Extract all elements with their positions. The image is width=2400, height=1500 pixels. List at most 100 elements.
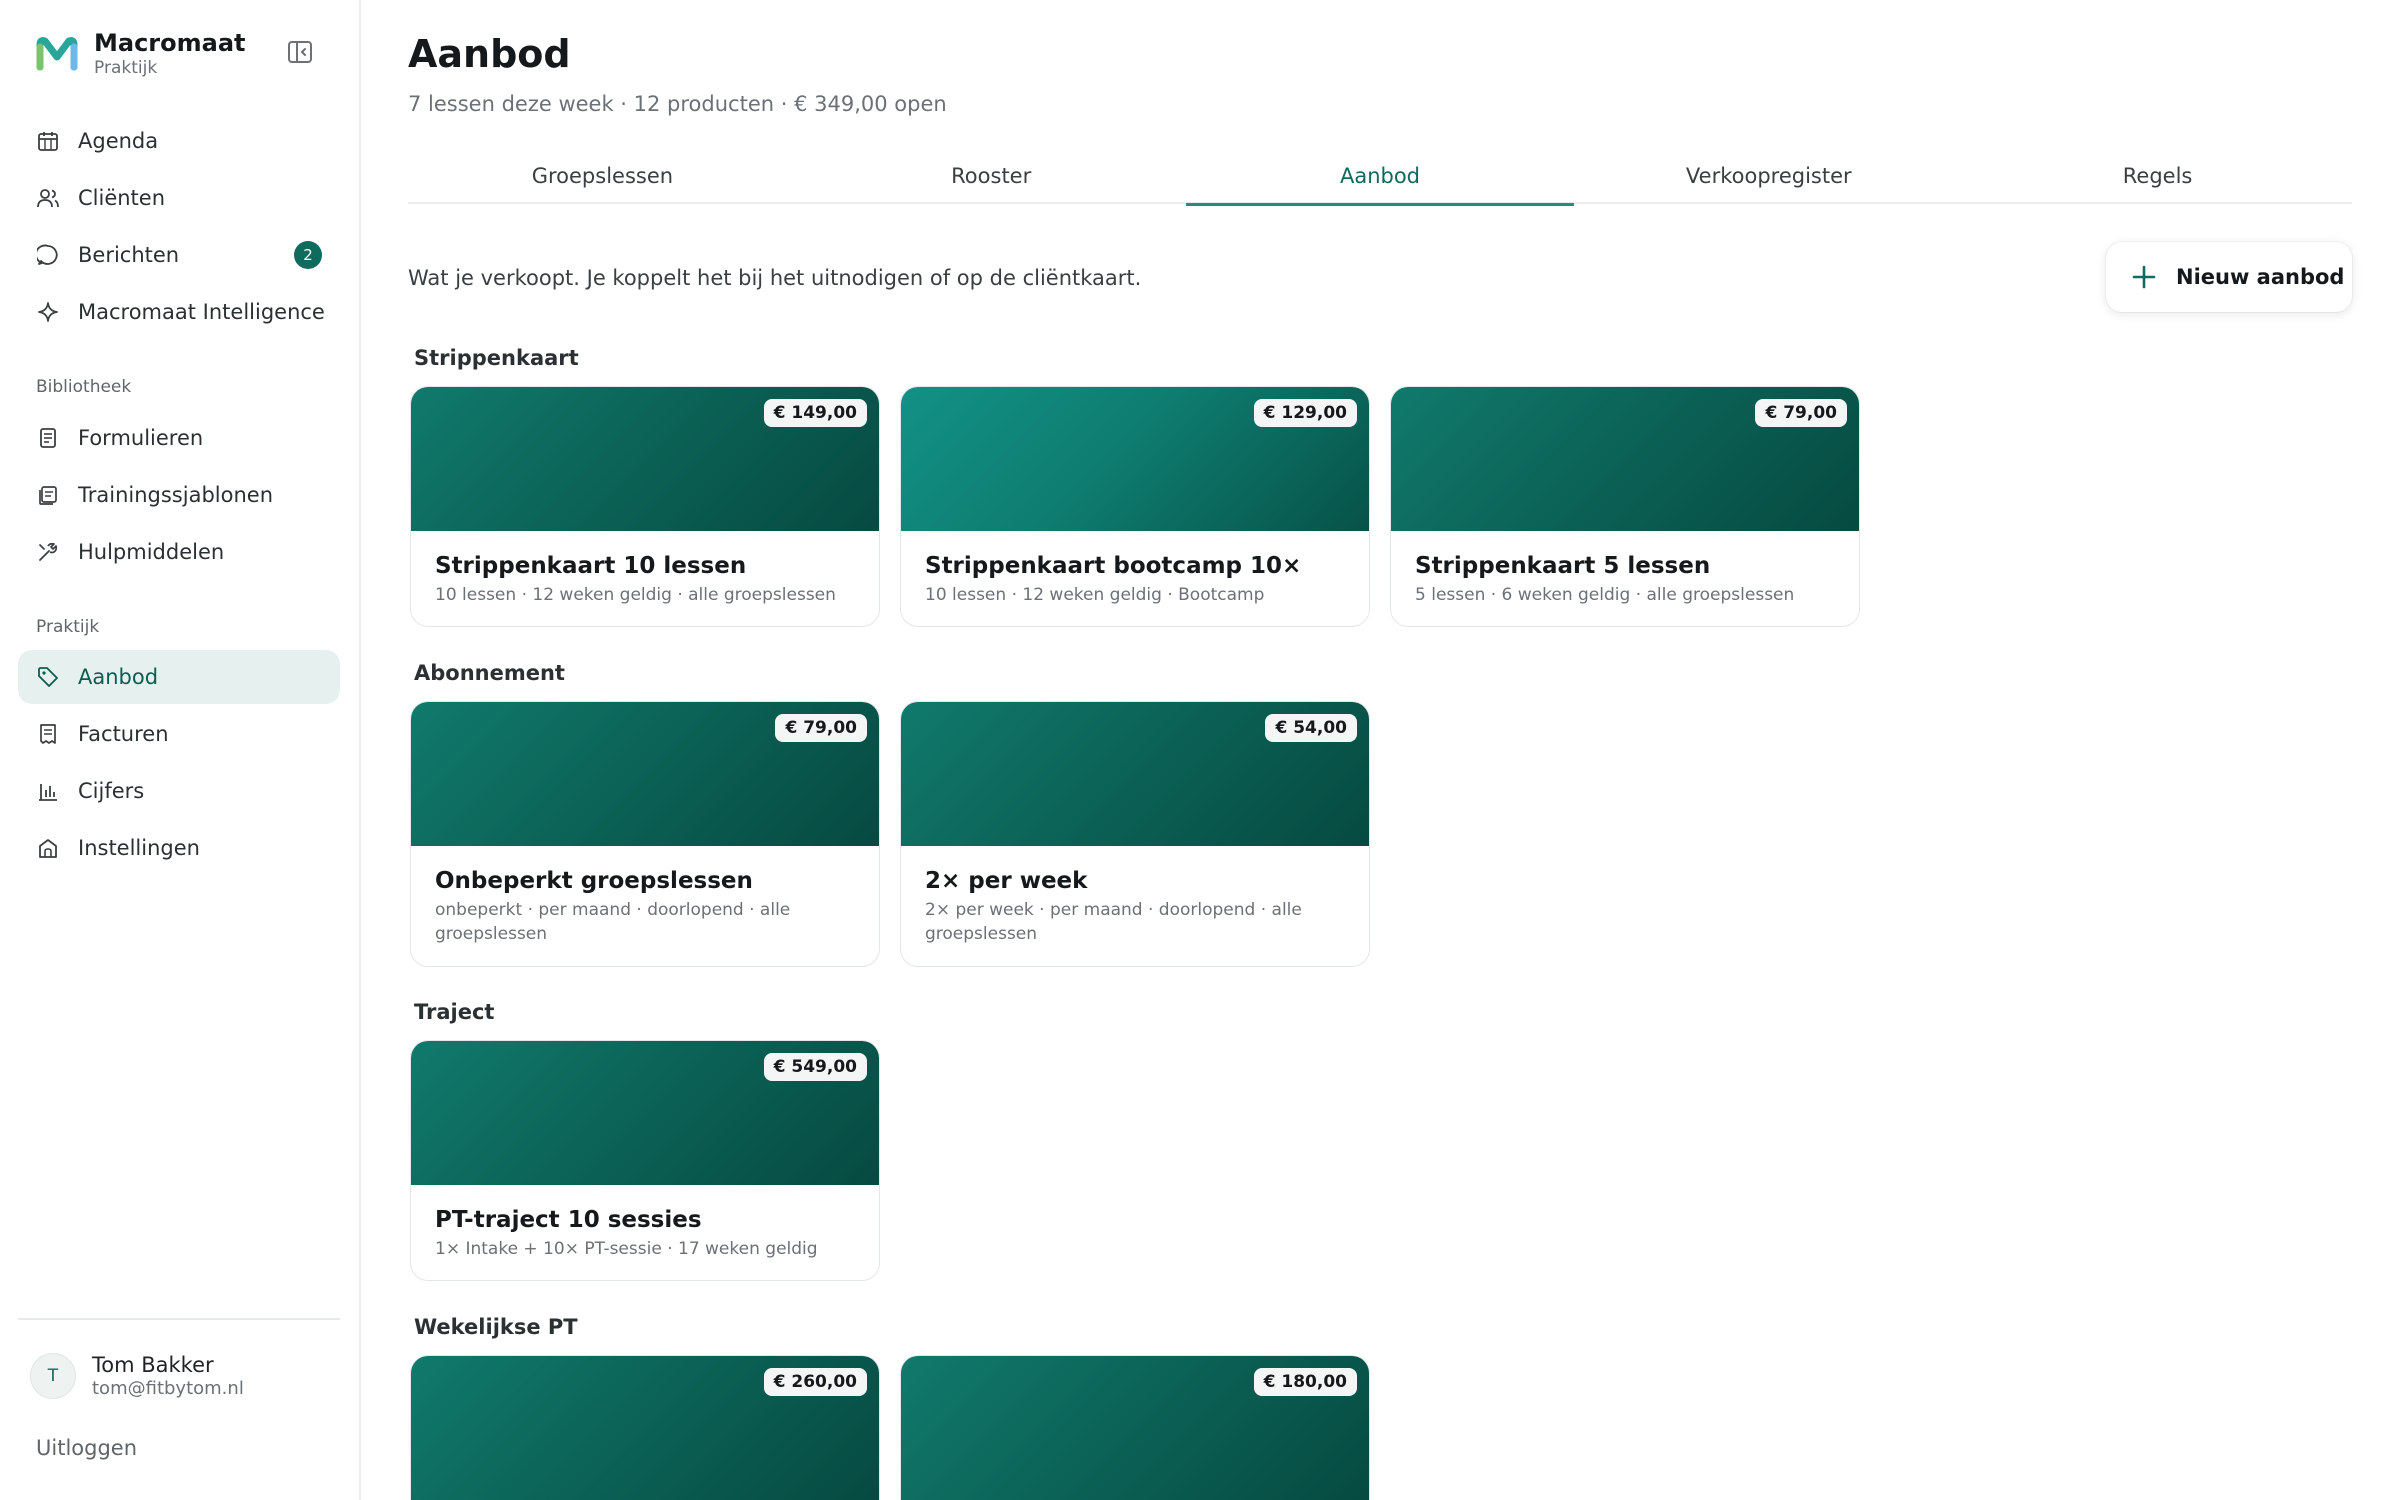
price-badge: € 79,00 xyxy=(775,714,867,742)
tab-bar: Groepslessen Rooster Aanbod Verkoopregis… xyxy=(408,148,2352,206)
offer-card[interactable]: € 260,00 xyxy=(410,1355,880,1500)
card-cover: € 54,00 xyxy=(901,702,1369,846)
group-title-abonnement: Abonnement xyxy=(414,661,565,685)
macromaat-logo-icon xyxy=(36,37,78,71)
card-cover: € 79,00 xyxy=(1391,387,1859,531)
avatar: T xyxy=(30,1353,76,1399)
users-icon xyxy=(36,186,60,210)
tools-icon xyxy=(36,540,60,564)
page-title: Aanbod xyxy=(408,32,571,76)
sidebar-item-instellingen[interactable]: Instellingen xyxy=(18,821,340,875)
sidebar-toggle-icon xyxy=(288,41,312,63)
price-badge: € 149,00 xyxy=(763,399,867,427)
sidebar-item-macromaat-intelligence[interactable]: Macromaat Intelligence xyxy=(18,285,340,339)
sidebar-item-label: Instellingen xyxy=(78,836,200,860)
template-icon xyxy=(36,483,60,507)
sidebar-item-formulieren[interactable]: Formulieren xyxy=(18,411,340,465)
sidebar-item-label: Cliënten xyxy=(78,186,166,210)
sidebar-item-label: Trainingssjablonen xyxy=(78,483,273,507)
section-label-bibliotheek: Bibliotheek xyxy=(36,377,132,397)
card-title: Strippenkaart bootcamp 10× xyxy=(925,553,1302,579)
sidebar-item-label: Facturen xyxy=(78,722,169,746)
sidebar-item-label: Agenda xyxy=(78,129,159,153)
user-email: tom@fitbytom.nl xyxy=(92,1378,244,1399)
sidebar-item-aanbod[interactable]: Aanbod xyxy=(18,650,340,704)
card-description: onbeperkt · per maand · doorlopend · all… xyxy=(435,900,791,944)
card-description: 5 lessen · 6 weken geldig · alle groepsl… xyxy=(1415,585,1795,605)
group-title-wekelijkse-pt: Wekelijkse PT xyxy=(414,1315,578,1339)
sidebar-item-clienten[interactable]: Cliënten xyxy=(18,171,340,225)
offer-card[interactable]: € 54,00 2× per week 2× per week · per maa… xyxy=(900,701,1370,967)
card-title: Strippenkaart 10 lessen xyxy=(435,553,747,579)
brand[interactable]: Macromaat Praktijk xyxy=(36,24,246,84)
card-cover: € 549,00 xyxy=(411,1041,879,1185)
tab-verkoopregister[interactable]: Verkoopregister xyxy=(1574,148,1963,204)
invoice-icon xyxy=(36,722,60,746)
sidebar-item-hulpmiddelen[interactable]: Hulpmiddelen xyxy=(18,525,340,579)
card-cover: € 149,00 xyxy=(411,387,879,531)
card-cover: € 79,00 xyxy=(411,702,879,846)
tab-regels[interactable]: Regels xyxy=(1963,148,2352,204)
sidebar-item-label: Berichten xyxy=(78,243,180,267)
bar-chart-icon xyxy=(36,779,60,803)
sidebar-item-label: Cijfers xyxy=(78,779,145,803)
card-description: 10 lessen · 12 weken geldig · alle groep… xyxy=(435,585,836,605)
offer-card[interactable]: € 549,00 PT-traject 10 sessies 1× Intake … xyxy=(410,1040,880,1281)
sidebar-item-label: Formulieren xyxy=(78,426,204,450)
sidebar-item-label: Macromaat Intelligence xyxy=(78,300,325,324)
user-profile[interactable]: T Tom Bakker tom@fitbytom.nl xyxy=(30,1352,244,1400)
price-badge: € 54,00 xyxy=(1265,714,1357,742)
main-content: Aanbod 7 lessen deze week · 12 producten… xyxy=(408,0,2352,1500)
message-icon xyxy=(36,243,60,267)
intro-text: Wat je verkoopt. Je koppelt het bij het … xyxy=(408,266,1142,290)
card-cover: € 129,00 xyxy=(901,387,1369,531)
offer-card[interactable]: € 180,00 xyxy=(900,1355,1370,1500)
plus-icon xyxy=(2132,265,2156,289)
card-description: 1× Intake + 10× PT-sessie · 17 weken gel… xyxy=(435,1239,818,1259)
new-offer-button[interactable]: Nieuw aanbod xyxy=(2106,242,2352,312)
price-badge: € 260,00 xyxy=(763,1368,867,1396)
offer-card[interactable]: € 79,00 Onbeperkt groepslessen onbeperkt … xyxy=(410,701,880,967)
card-description: 2× per week · per maand · doorlopend · a… xyxy=(925,900,1302,944)
collapse-sidebar-button[interactable] xyxy=(284,36,316,68)
group-title-traject: Traject xyxy=(414,1000,495,1024)
sparkle-icon xyxy=(36,300,60,324)
unread-badge: 2 xyxy=(294,241,322,269)
sidebar: Macromaat Praktijk Agenda Cliënten Beric… xyxy=(0,0,361,1500)
offer-card[interactable]: € 79,00 Strippenkaart 5 lessen 5 lessen ·… xyxy=(1390,386,1860,627)
offer-card[interactable]: € 129,00 Strippenkaart bootcamp 10× 10 le… xyxy=(900,386,1370,627)
sidebar-item-berichten[interactable]: Berichten 2 xyxy=(18,228,340,282)
price-badge: € 180,00 xyxy=(1253,1368,1357,1396)
tab-rooster[interactable]: Rooster xyxy=(797,148,1186,204)
logout-link[interactable]: Uitloggen xyxy=(36,1436,137,1460)
card-description: 10 lessen · 12 weken geldig · Bootcamp xyxy=(925,585,1265,605)
sidebar-item-agenda[interactable]: Agenda xyxy=(18,114,340,168)
brand-name: Macromaat xyxy=(94,29,246,57)
tab-groepslessen[interactable]: Groepslessen xyxy=(408,148,797,204)
tag-icon xyxy=(36,665,60,689)
brand-subtitle: Praktijk xyxy=(94,58,158,78)
card-cover: € 180,00 xyxy=(901,1356,1369,1500)
tab-aanbod[interactable]: Aanbod xyxy=(1185,148,1575,206)
price-badge: € 129,00 xyxy=(1253,399,1357,427)
section-label-praktijk: Praktijk xyxy=(36,617,100,637)
group-title-strippenkaart: Strippenkaart xyxy=(414,346,579,370)
price-badge: € 549,00 xyxy=(763,1053,867,1081)
new-offer-button-label: Nieuw aanbod xyxy=(2176,265,2345,289)
sidebar-item-cijfers[interactable]: Cijfers xyxy=(18,764,340,818)
sidebar-item-label: Hulpmiddelen xyxy=(78,540,225,564)
sidebar-item-facturen[interactable]: Facturen xyxy=(18,707,340,761)
card-title: PT-traject 10 sessies xyxy=(435,1207,702,1233)
page-subtitle: 7 lessen deze week · 12 producten · € 34… xyxy=(408,92,947,116)
offer-card[interactable]: € 149,00 Strippenkaart 10 lessen 10 lesse… xyxy=(410,386,880,627)
calendar-icon xyxy=(36,129,60,153)
form-icon xyxy=(36,426,60,450)
sidebar-item-label: Aanbod xyxy=(78,665,159,689)
sidebar-item-trainingssjablonen[interactable]: Trainingssjablonen xyxy=(18,468,340,522)
user-name: Tom Bakker xyxy=(92,1353,214,1377)
card-title: 2× per week xyxy=(925,868,1088,894)
card-cover: € 260,00 xyxy=(411,1356,879,1500)
sidebar-divider xyxy=(18,1318,340,1320)
home-icon xyxy=(36,836,60,860)
price-badge: € 79,00 xyxy=(1755,399,1847,427)
